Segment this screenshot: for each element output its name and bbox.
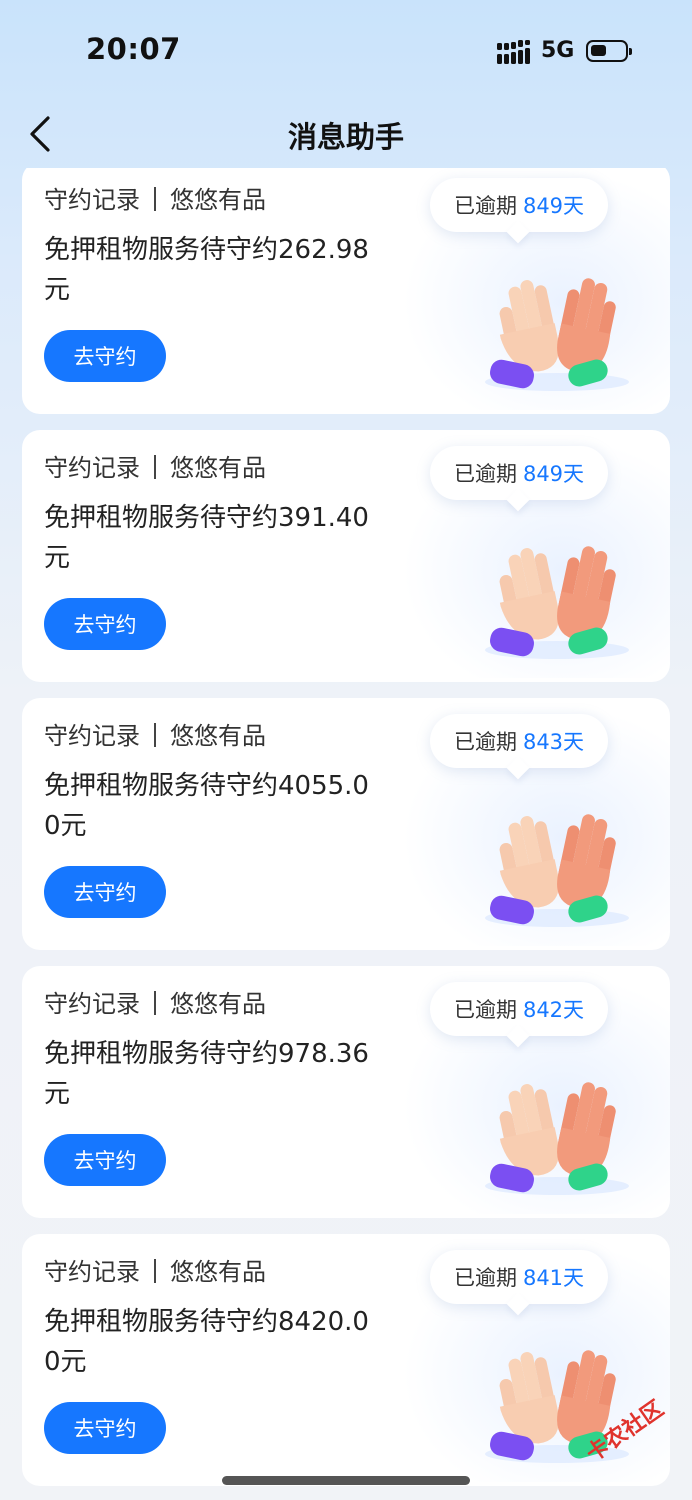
overdue-label: 已逾期	[453, 462, 517, 486]
battery-icon	[586, 40, 632, 62]
message-card: 守约记录 悠悠有品 免押租物服务待守约978.36元 去守约 已逾期 842天	[22, 966, 670, 1218]
card-header: 守约记录 悠悠有品	[44, 984, 266, 1019]
card-message: 免押租物服务待守约4055.00元	[44, 771, 369, 841]
network-type: 5G	[541, 38, 575, 63]
status-bar: 20:07 5G	[0, 0, 692, 100]
card-header: 守约记录 悠悠有品	[44, 716, 266, 751]
status-time: 20:07	[86, 32, 181, 66]
overdue-label: 已逾期	[453, 998, 517, 1022]
card-category: 守约记录	[44, 722, 140, 750]
card-message: 免押租物服务待守约8420.00元	[44, 1307, 369, 1377]
card-header: 守约记录 悠悠有品	[44, 1252, 266, 1287]
card-merchant: 悠悠有品	[170, 990, 266, 1018]
high-five-hands-icon	[485, 1082, 629, 1195]
card-illustration: 已逾期 849天	[402, 170, 670, 410]
card-message: 免押租物服务待守约262.98元	[44, 235, 369, 305]
overdue-days: 842天	[522, 998, 585, 1022]
overdue-days: 849天	[522, 194, 585, 218]
overdue-days: 841天	[522, 1266, 585, 1290]
header-divider	[154, 187, 156, 211]
overdue-days: 849天	[522, 462, 585, 486]
card-header: 守约记录 悠悠有品	[44, 180, 266, 215]
fulfill-button[interactable]: 去守约	[44, 598, 166, 650]
overdue-bubble: 已逾期 843天	[430, 714, 608, 768]
overdue-bubble: 已逾期 849天	[430, 178, 608, 232]
header-divider	[154, 1259, 156, 1283]
high-five-hands-icon	[485, 814, 629, 927]
nav-bar: 消息助手	[0, 100, 692, 168]
card-message: 免押租物服务待守约391.40元	[44, 503, 369, 573]
high-five-hands-icon	[485, 278, 629, 391]
card-message: 免押租物服务待守约978.36元	[44, 1039, 369, 1109]
message-card: 守约记录 悠悠有品 免押租物服务待守约8420.00元 去守约 已逾期 841天	[22, 1234, 670, 1486]
high-five-hands-icon	[485, 546, 629, 659]
overdue-label: 已逾期	[453, 730, 517, 754]
header-divider	[154, 455, 156, 479]
overdue-label: 已逾期	[453, 194, 517, 218]
overdue-bubble: 已逾期 842天	[430, 982, 608, 1036]
fulfill-button[interactable]: 去守约	[44, 866, 166, 918]
overdue-bubble: 已逾期 841天	[430, 1250, 608, 1304]
message-list[interactable]: 守约记录悠悠有品 免押租物服务待守约262.98元 去守约 已逾期849天	[22, 168, 670, 1500]
message-card: 守约记录 悠悠有品 免押租物服务待守约391.40元 去守约 已逾期 849天	[22, 430, 670, 682]
card-illustration: 已逾期 849天	[402, 438, 670, 678]
card-header: 守约记录 悠悠有品	[44, 448, 266, 483]
overdue-label: 已逾期	[453, 1266, 517, 1290]
card-category: 守约记录	[44, 454, 140, 482]
overdue-bubble: 已逾期 849天	[430, 446, 608, 500]
page-title: 消息助手	[287, 120, 404, 154]
card-merchant: 悠悠有品	[170, 722, 266, 750]
card-category: 守约记录	[44, 186, 140, 214]
card-category: 守约记录	[44, 1258, 140, 1286]
card-merchant: 悠悠有品	[170, 186, 266, 214]
card-illustration: 已逾期 842天	[402, 974, 670, 1214]
header-divider	[154, 991, 156, 1015]
signal-strength-icon	[497, 40, 530, 64]
card-illustration: 已逾期 843天	[402, 706, 670, 946]
home-indicator[interactable]	[222, 1476, 470, 1485]
header-divider	[154, 723, 156, 747]
message-card: 守约记录 悠悠有品 免押租物服务待守约4055.00元 去守约 已逾期 843天	[22, 698, 670, 950]
card-category: 守约记录	[44, 990, 140, 1018]
fulfill-button[interactable]: 去守约	[44, 330, 166, 382]
overdue-days: 843天	[522, 730, 585, 754]
fulfill-button[interactable]: 去守约	[44, 1402, 166, 1454]
card-merchant: 悠悠有品	[170, 454, 266, 482]
message-card: 守约记录 悠悠有品 免押租物服务待守约262.98元 去守约 已逾期 849天	[22, 168, 670, 414]
card-merchant: 悠悠有品	[170, 1258, 266, 1286]
fulfill-button[interactable]: 去守约	[44, 1134, 166, 1186]
